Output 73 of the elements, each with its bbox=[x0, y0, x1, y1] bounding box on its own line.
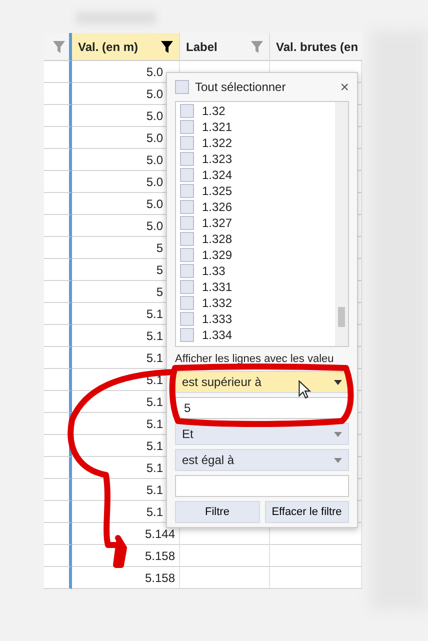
table-cell bbox=[44, 105, 72, 127]
table-cell bbox=[44, 259, 72, 281]
table-cell bbox=[44, 567, 72, 589]
table-cell: 5.158 bbox=[72, 545, 180, 567]
table-cell bbox=[44, 501, 72, 523]
checkbox[interactable] bbox=[180, 136, 194, 150]
select-all-label: Tout sélectionner bbox=[195, 80, 287, 94]
value-label: 1.334 bbox=[202, 327, 232, 343]
table-cell bbox=[44, 523, 72, 545]
value-label: 1.323 bbox=[202, 151, 232, 167]
condition-dropdown[interactable]: est égal à bbox=[175, 449, 349, 471]
column-header[interactable]: Label bbox=[180, 33, 270, 61]
checkbox[interactable] bbox=[180, 312, 194, 326]
value-label: 1.324 bbox=[202, 167, 232, 183]
table-cell bbox=[44, 303, 72, 325]
table-cell bbox=[44, 347, 72, 369]
checkbox[interactable] bbox=[180, 152, 194, 166]
table-cell bbox=[44, 325, 72, 347]
filter-button[interactable]: Effacer le filtre bbox=[264, 501, 349, 523]
checkbox[interactable] bbox=[175, 80, 189, 94]
value-label: 1.326 bbox=[202, 199, 232, 215]
column-header[interactable]: Val. (en m) bbox=[72, 33, 180, 61]
checkbox[interactable] bbox=[180, 200, 194, 214]
table-cell bbox=[44, 369, 72, 391]
table-cell bbox=[44, 127, 72, 149]
table-cell bbox=[44, 457, 72, 479]
table-cell bbox=[44, 413, 72, 435]
checkbox[interactable] bbox=[180, 296, 194, 310]
checkbox[interactable] bbox=[180, 120, 194, 134]
cursor-icon bbox=[298, 380, 311, 399]
checkbox[interactable] bbox=[180, 104, 194, 118]
checkbox[interactable] bbox=[180, 328, 194, 342]
table-cell bbox=[44, 171, 72, 193]
filter-icon[interactable] bbox=[161, 40, 173, 52]
table-cell bbox=[44, 83, 72, 105]
checkbox[interactable] bbox=[180, 264, 194, 278]
checkbox[interactable] bbox=[180, 248, 194, 262]
value-label: 1.328 bbox=[202, 231, 232, 247]
checkbox[interactable] bbox=[180, 280, 194, 294]
filter-button[interactable]: Filtre bbox=[175, 501, 260, 523]
table-cell bbox=[44, 391, 72, 413]
checkbox[interactable] bbox=[180, 168, 194, 182]
value-label: 1.322 bbox=[202, 135, 232, 151]
table-cell bbox=[44, 281, 72, 303]
close-button[interactable]: × bbox=[340, 78, 349, 96]
column-header[interactable]: Val. brutes (en bbox=[270, 33, 362, 61]
caret-icon bbox=[334, 432, 342, 436]
value-label: 1.33 bbox=[202, 263, 226, 279]
checkbox[interactable] bbox=[180, 232, 194, 246]
table-cell bbox=[44, 237, 72, 259]
checkbox[interactable] bbox=[180, 216, 194, 230]
scrollbar[interactable] bbox=[335, 102, 348, 346]
caret-icon bbox=[334, 380, 342, 384]
table-cell bbox=[44, 61, 72, 83]
caret-icon bbox=[334, 458, 342, 462]
table-cell bbox=[44, 149, 72, 171]
table-cell bbox=[44, 215, 72, 237]
value-label: 1.333 bbox=[202, 311, 232, 327]
table-cell bbox=[44, 193, 72, 215]
table-cell bbox=[44, 479, 72, 501]
table-cell bbox=[44, 545, 72, 567]
value-label: 1.321 bbox=[202, 119, 232, 135]
value-field[interactable]: 5 bbox=[175, 397, 349, 419]
table-cell: 5.158 bbox=[72, 567, 180, 589]
value-label: 1.331 bbox=[202, 279, 232, 295]
value-label: 1.329 bbox=[202, 247, 232, 263]
checkbox[interactable] bbox=[180, 184, 194, 198]
value-field[interactable] bbox=[175, 475, 349, 497]
condition-dropdown[interactable]: est supérieur à bbox=[175, 371, 349, 393]
value-label: 1.325 bbox=[202, 183, 232, 199]
value-label: 1.332 bbox=[202, 295, 232, 311]
value-label: 1.327 bbox=[202, 215, 232, 231]
value-label: 1.32 bbox=[202, 103, 226, 119]
